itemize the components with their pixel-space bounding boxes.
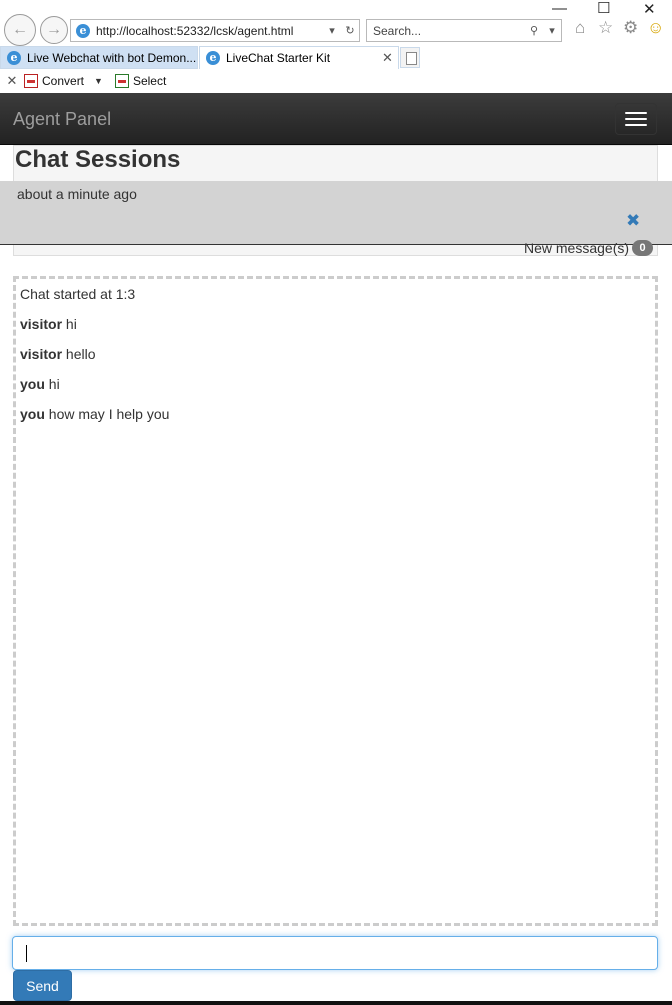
message-sender: you [20,406,45,422]
favorites-star-icon[interactable]: ☆ [598,18,613,38]
chat-started-line: Chat started at 1:3 [20,286,136,302]
search-icon[interactable]: ⚲ [525,24,543,37]
settings-gear-icon[interactable]: ⚙ [623,18,638,38]
chat-message-input[interactable] [12,936,658,970]
new-messages-label: New message(s) [524,240,630,256]
navbar: Agent Panel [0,93,672,145]
back-arrow-icon: ← [12,21,28,38]
minimize-icon[interactable]: — [552,0,567,17]
chat-session-item[interactable]: about a minute ago ✖ [0,181,672,245]
back-button[interactable]: ← [4,14,36,46]
message-sender: you [20,376,45,392]
select-label: Select [132,74,167,88]
window-bottom-edge [0,1001,672,1005]
tab-label: LiveChat Starter Kit [226,51,331,65]
command-bar-close-icon[interactable]: ✕ [0,73,24,89]
convert-button[interactable]: Convert ▼ [24,74,103,88]
pdf-select-icon [114,74,129,88]
new-tab-button[interactable] [400,47,420,68]
message-sender: visitor [20,346,63,362]
message-text: how may I help you [48,406,170,422]
new-messages-indicator: New message(s) 0 [524,240,654,256]
message-text: hi [65,316,77,332]
search-placeholder: Search... [373,23,422,38]
smiley-feedback-icon[interactable]: ☺ [647,18,664,38]
browser-tab-livechat[interactable]: e LiveChat Starter Kit ✕ [199,46,399,69]
forward-arrow-icon: → [46,21,62,38]
browser-tab-webchat[interactable]: e Live Webchat with bot Demon... [0,46,198,69]
send-button[interactable]: Send [13,970,72,1001]
tab-close-icon[interactable]: ✕ [382,50,398,66]
home-icon[interactable]: ⌂ [575,18,585,38]
convert-label: Convert [42,74,85,88]
message-text: hi [48,376,60,392]
chat-sessions-title: Chat Sessions [15,146,181,173]
hamburger-bar [625,112,647,114]
pdf-convert-icon [24,74,38,88]
ie-logo-icon: e [76,23,90,38]
browser-chrome: ← → e http://localhost:52332/lcsk/agent.… [0,0,672,93]
address-text: http://localhost:52332/lcsk/agent.html [96,23,294,38]
forward-button[interactable]: → [40,16,68,44]
chat-message: visitor hi [20,314,651,344]
close-window-icon[interactable]: ✕ [643,0,656,18]
navbar-toggle-button[interactable] [615,103,657,135]
ie-logo-icon: e [206,51,220,65]
address-bar[interactable]: e http://localhost:52332/lcsk/agent.html… [70,19,360,42]
command-bar: ✕ Convert ▼ Select [0,70,672,92]
search-dropdown-icon[interactable]: ▾ [543,24,561,37]
message-sender: visitor [20,316,63,332]
chat-messages-box: Chat started at 1:3 visitor hi visitor h… [13,276,658,926]
new-messages-badge: 0 [632,240,654,256]
address-dropdown-icon[interactable]: ▾ [323,24,341,37]
chat-message: you how may I help you [20,404,651,434]
refresh-icon[interactable]: ↻ [341,24,359,37]
navbar-brand[interactable]: Agent Panel [13,109,111,130]
ie-logo-icon: e [7,50,21,65]
chat-message: visitor hello [20,344,651,374]
tab-label: Live Webchat with bot Demon... [27,50,197,65]
browser-search-input[interactable]: Search... ⚲ ▾ [366,19,562,42]
convert-dropdown-icon[interactable]: ▼ [94,76,103,86]
select-button[interactable]: Select [114,74,167,88]
message-text: hello [65,346,96,362]
session-time: about a minute ago [17,186,137,202]
hamburger-bar [625,118,647,120]
hamburger-bar [625,124,647,126]
close-session-icon[interactable]: ✖ [626,211,640,231]
chat-message: you hi [20,374,651,404]
maximize-icon[interactable]: ☐ [597,0,610,17]
